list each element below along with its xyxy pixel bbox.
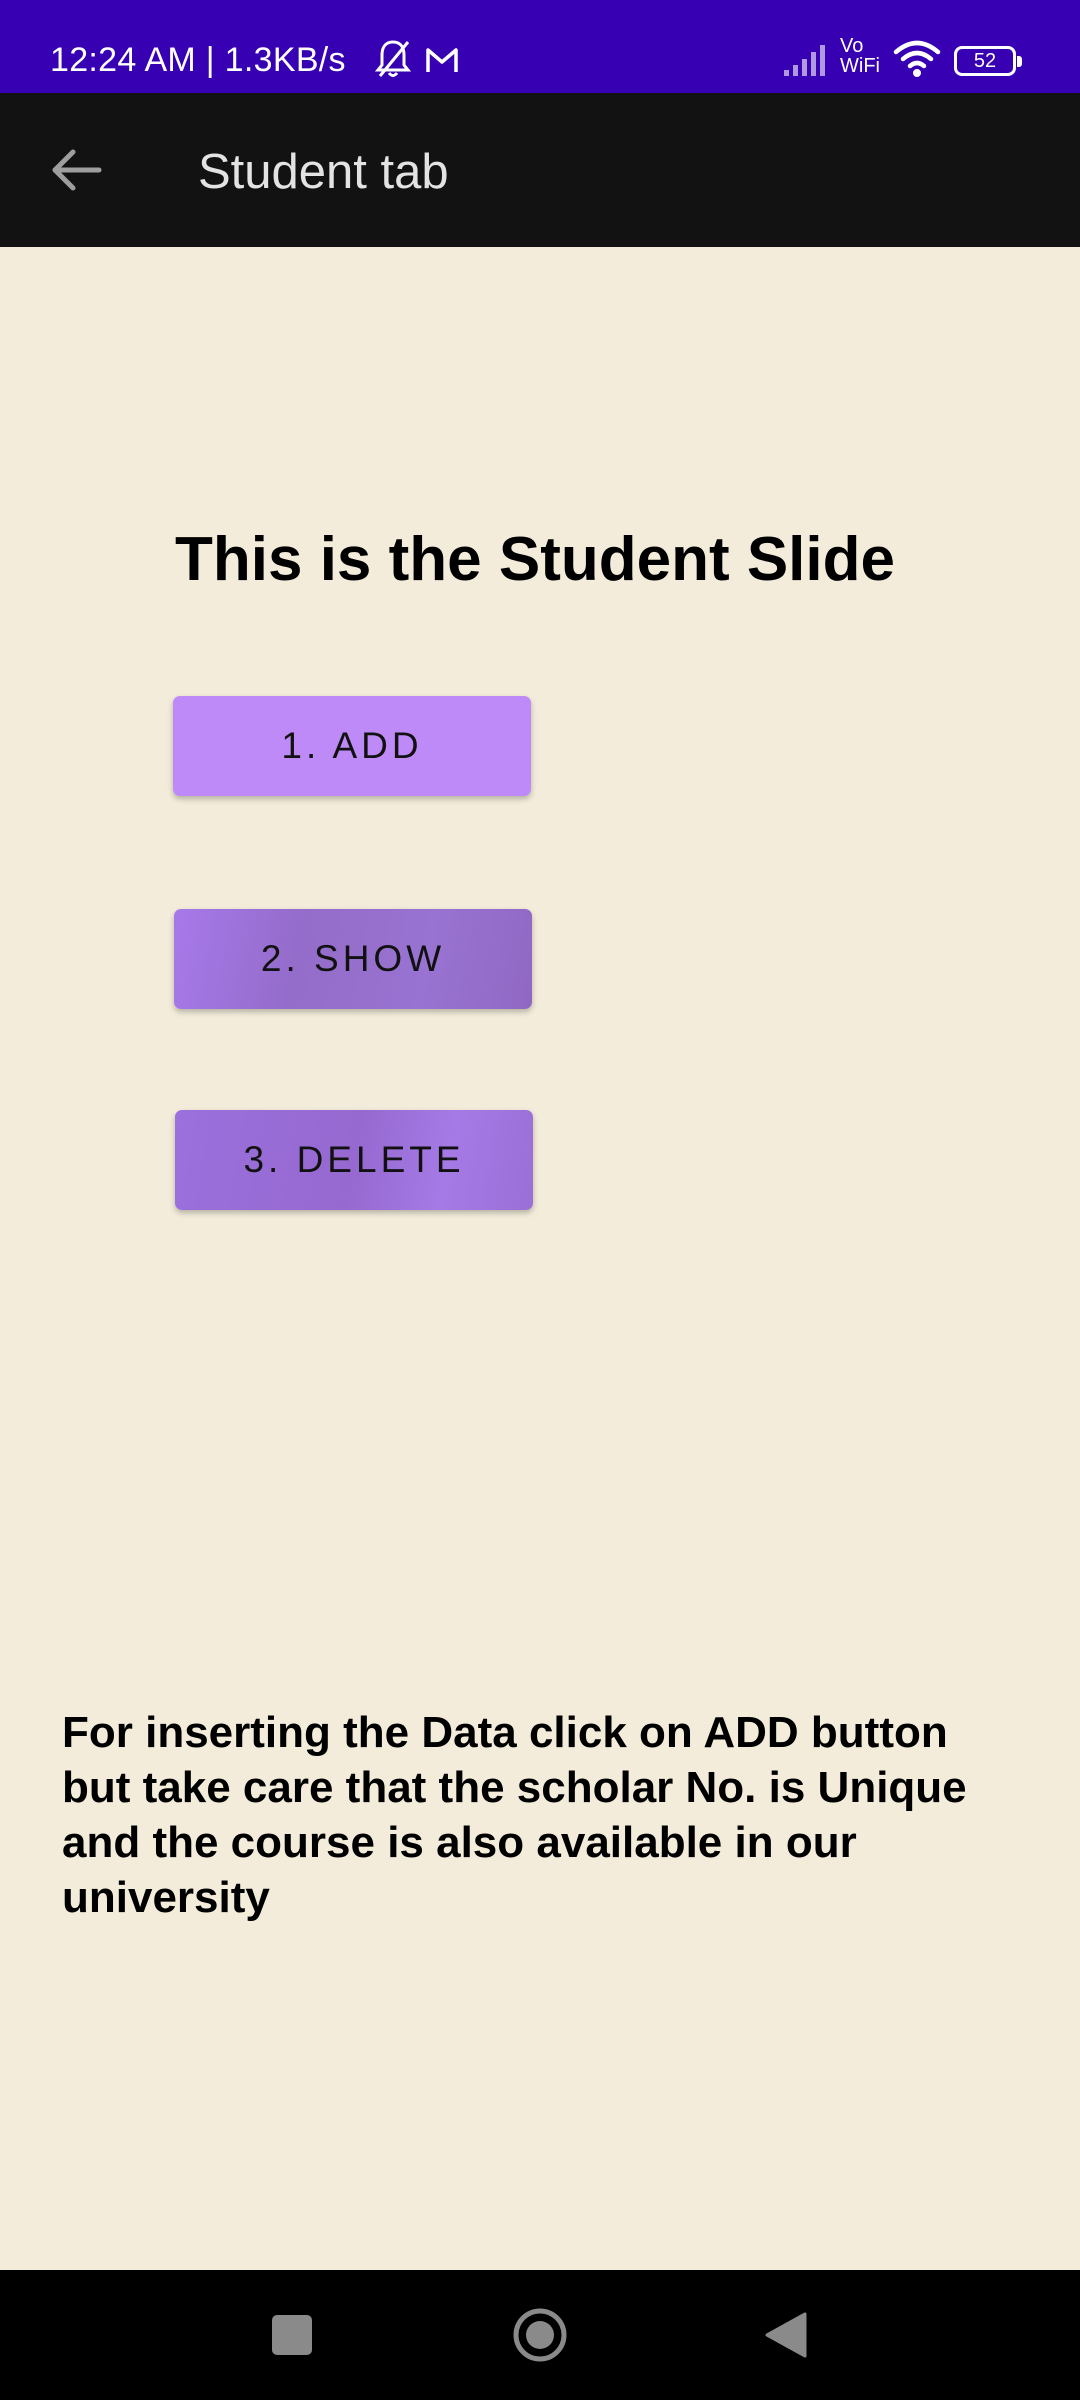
recents-square-icon — [272, 2315, 312, 2355]
system-back-button[interactable] — [746, 2300, 826, 2370]
screen: 12:24 AM | 1.3KB/s Vo WiFi 52 Student ta… — [0, 0, 1080, 2400]
wifi-icon — [893, 40, 941, 77]
home-circle-icon — [513, 2308, 567, 2362]
gmail-icon — [426, 48, 458, 72]
bell-off-icon — [374, 40, 412, 77]
add-button[interactable]: 1. ADD — [173, 696, 531, 796]
status-bar: 12:24 AM | 1.3KB/s Vo WiFi 52 — [0, 0, 1080, 93]
app-bar — [0, 93, 1080, 247]
recents-button[interactable] — [252, 2300, 332, 2370]
page-title: Student tab — [198, 145, 449, 199]
show-button[interactable]: 2. SHOW — [174, 909, 532, 1009]
home-button[interactable] — [500, 2300, 580, 2370]
vowifi-label: Vo WiFi — [840, 35, 880, 77]
battery-level: 52 — [973, 50, 997, 72]
delete-button[interactable]: 3. DELETE — [175, 1110, 533, 1210]
back-triangle-icon — [765, 2312, 807, 2358]
signal-strength-icon — [784, 45, 825, 76]
back-button[interactable] — [36, 122, 118, 218]
battery-icon: 52 — [954, 46, 1022, 76]
arrow-back-icon — [52, 149, 102, 191]
info-text: For inserting the Data click on ADD butt… — [62, 1708, 967, 1922]
status-time: 12:24 AM | 1.3KB/s — [50, 41, 346, 79]
student-slide-heading: This is the Student Slide — [175, 525, 895, 594]
